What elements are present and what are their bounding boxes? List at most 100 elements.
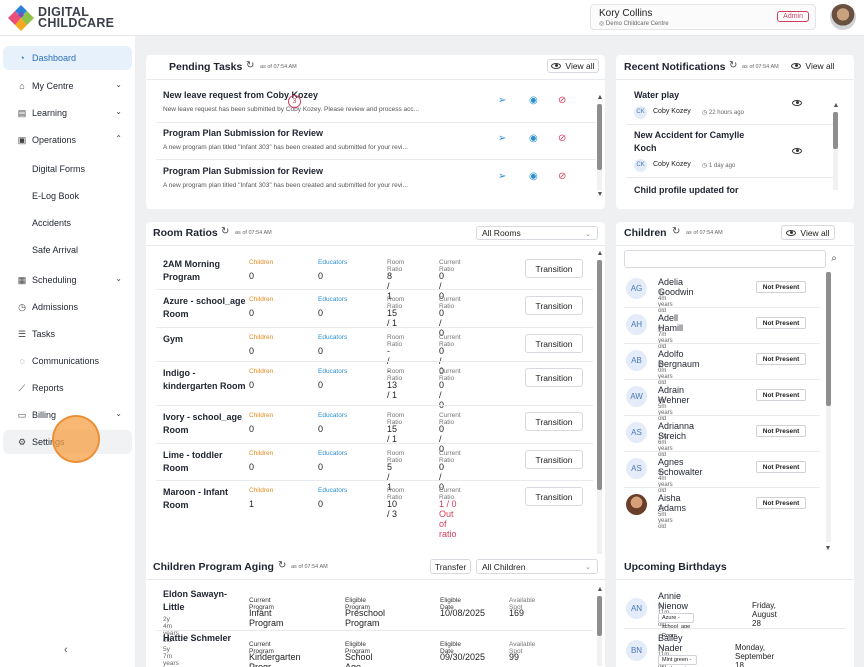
- nav-tasks[interactable]: ☰ Tasks: [3, 322, 132, 346]
- scrollbar[interactable]: [826, 272, 831, 542]
- approve-icon[interactable]: ◉: [529, 171, 538, 182]
- nav-dashboard[interactable]: ◔ Dashboard: [3, 46, 132, 70]
- notification-user: Coby Kozey: [653, 161, 691, 168]
- pending-tasks-view-all[interactable]: View all: [547, 59, 599, 73]
- nav-learning-label: Learning: [32, 108, 68, 118]
- scrollbar[interactable]: [833, 112, 838, 190]
- refresh-icon[interactable]: ↻: [246, 60, 254, 71]
- chevron-up-icon: ⌃: [115, 134, 122, 143]
- birthday-date: Monday, September 18: [735, 643, 775, 667]
- scrollbar-thumb[interactable]: [597, 596, 602, 636]
- child-avatar: BN: [626, 640, 647, 661]
- divider: [156, 327, 593, 328]
- divider: [146, 245, 605, 246]
- transition-button[interactable]: Transition: [525, 368, 583, 387]
- user-initials: CK: [634, 106, 647, 119]
- refresh-icon[interactable]: ↻: [672, 226, 680, 237]
- refresh-icon[interactable]: ↻: [278, 560, 286, 571]
- eligible-date: 09/30/2025: [440, 652, 486, 662]
- status-badge: Not Present: [756, 425, 806, 437]
- nav-elog-book[interactable]: E-Log Book: [3, 184, 132, 208]
- refresh-icon[interactable]: ↻: [221, 226, 229, 237]
- scroll-up-icon[interactable]: ▲: [596, 250, 604, 257]
- gear-icon: ⚙: [17, 437, 27, 447]
- send-icon[interactable]: ➢: [498, 171, 506, 182]
- nav-operations[interactable]: ▣ Operations ⌃: [3, 128, 132, 152]
- scroll-up-icon[interactable]: ▲: [832, 102, 840, 109]
- transition-button[interactable]: Transition: [525, 487, 583, 506]
- transition-button[interactable]: Transition: [525, 412, 583, 431]
- divider: [626, 124, 836, 125]
- nav-accidents[interactable]: Accidents: [3, 211, 132, 235]
- task-title: Program Plan Submission for Review: [163, 166, 324, 176]
- eligible-program: School Age Program: [345, 652, 373, 667]
- transition-button[interactable]: Transition: [525, 450, 583, 469]
- nav-learning[interactable]: ▤ Learning ⌄: [3, 101, 132, 125]
- status-badge: Not Present: [756, 353, 806, 365]
- scroll-down-icon[interactable]: ▼: [832, 208, 840, 209]
- nav-operations-label: Operations: [32, 135, 77, 145]
- chart-icon: ⟋: [18, 383, 26, 393]
- refresh-icon[interactable]: ↻: [729, 60, 737, 71]
- child-avatar: AH: [626, 314, 647, 335]
- scrollbar[interactable]: [597, 260, 602, 558]
- transition-button[interactable]: Transition: [525, 259, 583, 278]
- brand-logo[interactable]: DIGITAL CHILDCARE: [7, 4, 117, 32]
- children-label: Children: [249, 296, 274, 303]
- chat-icon: ◌: [19, 356, 25, 366]
- reject-icon[interactable]: ⊘: [558, 133, 566, 144]
- scrollbar-thumb[interactable]: [833, 112, 838, 149]
- nav-accidents-label: Accidents: [32, 218, 72, 228]
- user-menu[interactable]: Kory Collins ◎ Demo Childcare Centre Adm…: [590, 4, 816, 30]
- chevron-down-icon: ⌄: [585, 564, 591, 571]
- scrollbar-thumb[interactable]: [597, 104, 602, 170]
- view-notification-icon[interactable]: [792, 100, 802, 106]
- reject-icon[interactable]: ⊘: [558, 171, 566, 182]
- eligible-date: 10/08/2025: [440, 608, 486, 618]
- scroll-down-icon[interactable]: ▼: [596, 191, 604, 198]
- transfer-button[interactable]: Transfer: [430, 559, 471, 574]
- nav-scheduling[interactable]: ▦ Scheduling ⌄: [3, 268, 132, 292]
- reject-icon[interactable]: ⊘: [558, 95, 566, 106]
- nav-my-centre[interactable]: ⌂ My Centre ⌄: [3, 74, 132, 98]
- scroll-up-icon[interactable]: ▲: [596, 586, 604, 593]
- scrollbar-thumb[interactable]: [597, 260, 602, 490]
- approve-icon[interactable]: ◉: [529, 133, 538, 144]
- user-avatar[interactable]: [830, 4, 856, 30]
- scrollbar[interactable]: [597, 104, 602, 190]
- search-icon[interactable]: ⌕: [826, 250, 842, 268]
- divider: [616, 79, 854, 80]
- rooms-filter-select[interactable]: All Rooms ⌄: [476, 226, 598, 240]
- scrollbar-thumb[interactable]: [826, 272, 831, 406]
- transition-button[interactable]: Transition: [525, 296, 583, 315]
- notifications-view-all[interactable]: View all: [788, 59, 838, 73]
- educators-label: Educators: [318, 368, 348, 375]
- send-icon[interactable]: ➢: [498, 133, 506, 144]
- scrollbar[interactable]: [597, 596, 602, 666]
- nav-reports[interactable]: ⟋ Reports: [3, 376, 132, 400]
- children-filter-select[interactable]: All Children ⌄: [476, 559, 598, 574]
- chevron-down-icon: ⌄: [115, 409, 122, 418]
- status-badge: Not Present: [756, 461, 806, 473]
- scroll-up-icon[interactable]: ▲: [596, 94, 604, 101]
- nav-digital-forms[interactable]: Digital Forms: [3, 157, 132, 181]
- divider: [624, 307, 820, 308]
- divider: [624, 379, 820, 380]
- transition-button[interactable]: Transition: [525, 334, 583, 353]
- children-view-all[interactable]: View all: [781, 225, 835, 240]
- nav-admissions[interactable]: ◷ Admissions: [3, 295, 132, 319]
- nav-safe-arrival[interactable]: Safe Arrival: [3, 238, 132, 262]
- divider: [624, 451, 820, 452]
- send-icon[interactable]: ➢: [498, 95, 506, 106]
- room-ratio-value: 10 / 3: [387, 499, 398, 519]
- view-notification-icon[interactable]: [792, 148, 802, 154]
- task-desc: A new program plan titled "Infant 303" h…: [163, 144, 408, 151]
- divider: [156, 405, 593, 406]
- notification-title[interactable]: Child profile updated for: [634, 184, 774, 197]
- scroll-down-icon[interactable]: ▼: [824, 545, 832, 552]
- nav-communications[interactable]: ◌ Communications: [3, 349, 132, 373]
- children-search-input[interactable]: [624, 250, 826, 268]
- approve-icon[interactable]: ◉: [529, 95, 538, 106]
- collapse-sidebar-icon[interactable]: ‹: [64, 644, 68, 656]
- children-title: Children: [624, 227, 667, 239]
